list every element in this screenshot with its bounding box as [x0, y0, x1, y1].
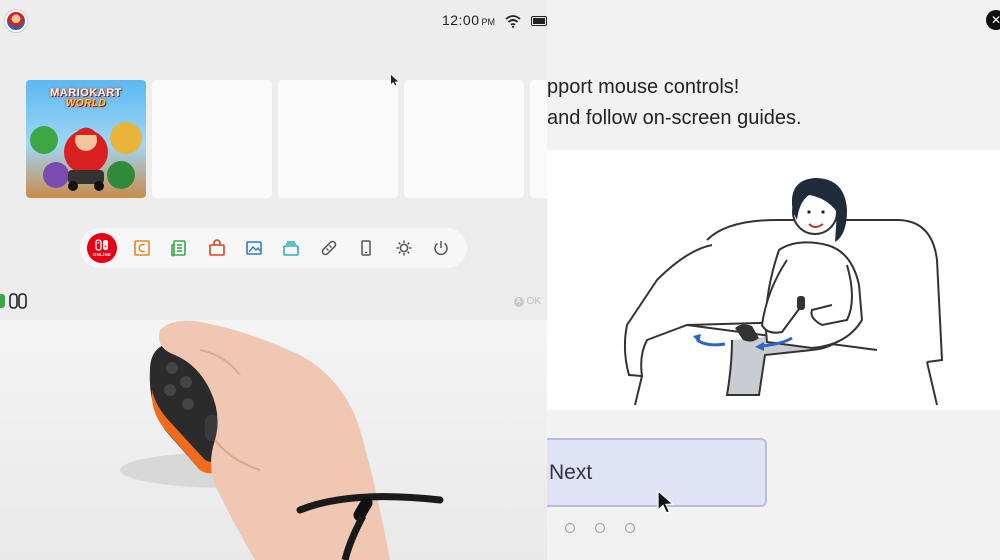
controllers-button[interactable]: [310, 230, 347, 266]
home-screen-panel: 12:00 PM MARIOKART WORLD ONLINE A OK: [0, 0, 547, 560]
battery-icon: [531, 16, 547, 26]
close-icon[interactable]: ✕: [986, 10, 1000, 30]
mouse-pointer-icon: [391, 75, 398, 86]
clock-time: 12:00: [441, 12, 480, 28]
mouse-tutorial-panel: ✕ pport mouse controls! and follow on-sc…: [547, 0, 1000, 560]
empty-tile-4[interactable]: [404, 80, 524, 198]
person-on-sofa-illustration: [623, 178, 944, 406]
switch-logo-icon: [95, 239, 108, 251]
page-dot-1[interactable]: [565, 523, 575, 533]
mouse-controller-photo: [0, 320, 547, 560]
system-settings-button[interactable]: [385, 230, 422, 266]
clock-ampm: PM: [481, 17, 496, 27]
empty-tile-5[interactable]: [530, 80, 547, 198]
eshop-icon: [208, 239, 225, 256]
user-avatar[interactable]: [5, 10, 27, 32]
tutorial-illustration: [547, 150, 1000, 410]
status-bar: 12:00 PM: [442, 12, 547, 30]
eshop-button[interactable]: [198, 230, 235, 266]
home-menu: 12:00 PM MARIOKART WORLD ONLINE A OK: [0, 0, 547, 320]
ok-button-hint: A OK: [513, 296, 541, 307]
game-logo: MARIOKART WORLD: [26, 88, 146, 109]
empty-tile-3[interactable]: [278, 80, 398, 198]
power-icon: [434, 241, 448, 256]
game-tile-mario-kart-world[interactable]: MARIOKART WORLD: [26, 80, 146, 198]
album-button[interactable]: [235, 230, 272, 266]
page-dot-2[interactable]: [595, 523, 605, 533]
page-indicator: [565, 523, 635, 533]
ok-label: OK: [526, 296, 541, 307]
page-dot-3[interactable]: [625, 523, 635, 533]
controllers-icon: [321, 240, 337, 256]
joy-con-status-icon: [0, 293, 27, 309]
device-icon: [361, 240, 372, 256]
game-tiles-row: MARIOKART WORLD: [26, 80, 547, 198]
mouse-pointer-icon: [657, 490, 675, 514]
news-button[interactable]: [160, 230, 197, 266]
clock: 12:00 PM: [442, 12, 495, 30]
game-logo-line2: WORLD: [65, 98, 107, 109]
tutorial-text-line-1: pport mouse controls!: [547, 76, 740, 98]
online-label: ONLINE: [92, 252, 112, 257]
album-icon: [246, 241, 262, 255]
nintendo-online-button[interactable]: ONLINE: [87, 233, 117, 263]
a-button-icon: A: [513, 296, 524, 307]
hand-with-controller-illustration: [120, 320, 444, 560]
gear-icon: [396, 240, 412, 256]
virtual-game-card-button[interactable]: [348, 230, 385, 266]
empty-tile-2[interactable]: [152, 80, 272, 198]
system-dock: ONLINE: [80, 228, 467, 268]
gamechat-button[interactable]: [123, 230, 160, 266]
gamechat-icon: [133, 240, 150, 256]
news-icon: [171, 240, 186, 257]
game-card-icon: [283, 241, 300, 256]
tutorial-header: ✕: [547, 0, 1000, 50]
power-button[interactable]: [423, 230, 460, 266]
wifi-icon: [505, 15, 521, 28]
game-cards-button[interactable]: [273, 230, 310, 266]
tutorial-text-line-2: and follow on-screen guides.: [547, 107, 802, 129]
